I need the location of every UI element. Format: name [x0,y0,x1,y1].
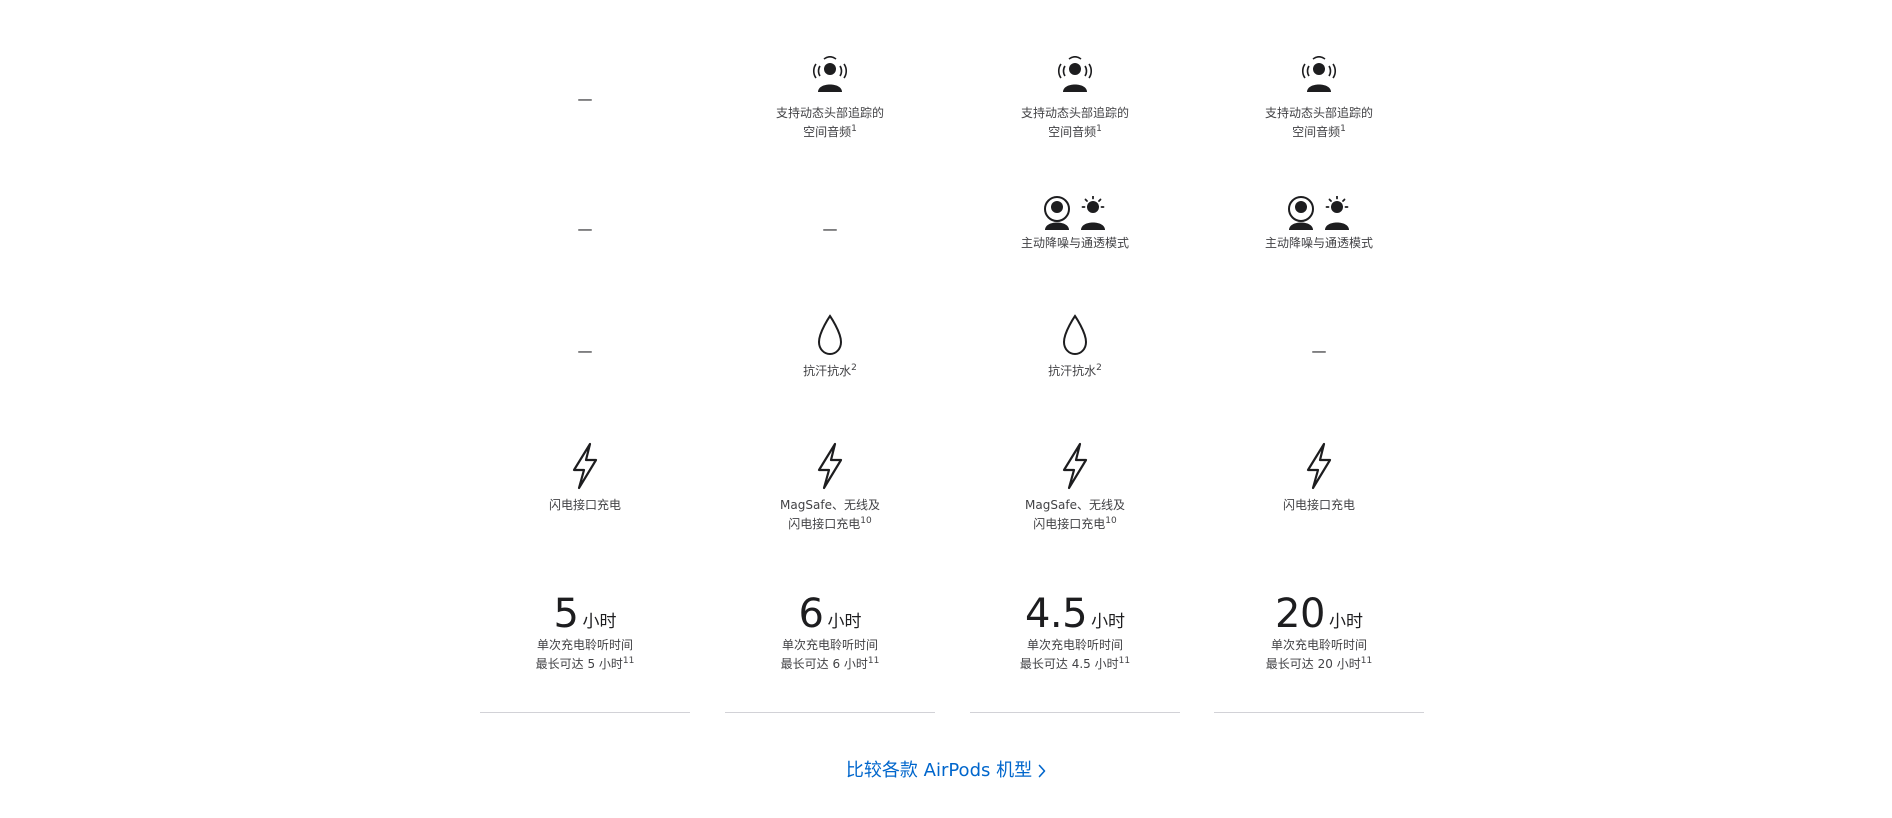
spatial-audio-caption-line1: 支持动态头部追踪的 [775,106,884,120]
battery-hours-value: 5 [553,591,579,637]
water-resistance-cell: 抗汗抗水2 [970,314,1180,381]
charging-cell: 闪电接口充电 [1214,442,1424,515]
noise-cancellation-transparency-icon [1044,196,1105,230]
battery-caption-line1: 单次充电聆听时间 [536,638,633,652]
spatial-audio-cell: 支持动态头部追踪的 空间音频1 [725,56,935,142]
charging-caption-line1: MagSafe、无线及 [780,498,880,512]
anc-cell: 主动降噪与通透模式 [1214,196,1424,253]
battery-hours-unit: 小时 [582,612,617,632]
chevron-right-icon [1038,764,1046,778]
battery-caption-line2: 最长可达 5 小时11 [535,656,635,672]
battery-hours-value: 6 [798,591,824,637]
compare-airpods-link-label: 比较各款 AirPods 机型 [845,760,1033,781]
charging-caption: 闪电接口充电 [1282,498,1355,512]
spatial-audio-caption-line1: 支持动态头部追踪的 [1020,106,1129,120]
product-column-3: 支持动态头部追踪的 空间音频1 主动降噪与通透模式 抗汗抗水2 MagSafe、… [970,0,1180,713]
water-drop-icon [1062,314,1088,356]
spatial-audio-caption-line2: 空间音频1 [1048,124,1102,140]
compare-airpods-link[interactable]: 比较各款 AirPods 机型 [0,756,1892,782]
water-resistance-cell: — [1214,344,1424,359]
battery-hours-value: 4.5 [1024,591,1088,637]
charging-caption: 闪电接口充电 [548,498,621,512]
water-resistance-cell: — [480,344,690,359]
water-resistance-caption: 抗汗抗水2 [803,363,857,379]
battery-caption-line1: 单次充电聆听时间 [1270,638,1367,652]
not-available-dash: — [577,220,593,238]
charging-cell: MagSafe、无线及 闪电接口充电10 [970,442,1180,534]
battery-hours: 20 小时 [1214,592,1424,636]
noise-cancellation-transparency-icon [1288,196,1349,230]
column-divider [725,712,935,713]
battery-hours-unit: 小时 [1091,612,1126,632]
battery-caption-line2: 最长可达 20 小时11 [1265,656,1373,672]
battery-hours-value: 20 [1275,591,1325,637]
anc-cell: — [725,222,935,237]
charging-cell: MagSafe、无线及 闪电接口充电10 [725,442,935,534]
not-available-dash: — [577,90,593,108]
head-tracking-icon [1057,56,1093,92]
battery-caption-line1: 单次充电聆听时间 [1026,638,1123,652]
battery-cell: 6 小时 单次充电聆听时间 最长可达 6 小时11 [725,592,935,674]
spatial-audio-cell: 支持动态头部追踪的 空间音频1 [970,56,1180,142]
charging-cell: 闪电接口充电 [480,442,690,515]
head-tracking-icon [812,56,848,92]
spatial-audio-caption-line2: 空间音频1 [803,124,857,140]
column-divider [480,712,690,713]
battery-hours: 6 小时 [725,592,935,636]
not-available-dash: — [577,342,593,360]
battery-caption-line2: 最长可达 6 小时11 [780,656,880,672]
battery-caption-line1: 单次充电聆听时间 [781,638,878,652]
lightning-bolt-icon [817,442,843,490]
anc-cell: — [480,222,690,237]
battery-cell: 20 小时 单次充电聆听时间 最长可达 20 小时11 [1214,592,1424,674]
anc-caption: 主动降噪与通透模式 [1020,236,1129,250]
battery-hours: 5 小时 [480,592,690,636]
battery-hours-unit: 小时 [827,612,862,632]
anc-caption: 主动降噪与通透模式 [1264,236,1373,250]
battery-hours-unit: 小时 [1328,612,1363,632]
spatial-audio-cell: — [480,92,690,107]
lightning-bolt-icon [572,442,598,490]
charging-caption-line1: MagSafe、无线及 [1025,498,1125,512]
charging-caption-line2: 闪电接口充电10 [1033,516,1117,532]
water-drop-icon [817,314,843,356]
water-resistance-caption: 抗汗抗水2 [1048,363,1102,379]
battery-hours: 4.5 小时 [970,592,1180,636]
column-divider [970,712,1180,713]
spatial-audio-caption-line2: 空间音频1 [1292,124,1346,140]
battery-cell: 4.5 小时 单次充电聆听时间 最长可达 4.5 小时11 [970,592,1180,674]
head-tracking-icon [1301,56,1337,92]
product-column-1: — — — 闪电接口充电 5 小时 单次充电聆听时间 最长可达 5 小时11 [480,0,690,713]
lightning-bolt-icon [1062,442,1088,490]
water-resistance-cell: 抗汗抗水2 [725,314,935,381]
not-available-dash: — [1311,342,1327,360]
spatial-audio-cell: 支持动态头部追踪的 空间音频1 [1214,56,1424,142]
product-column-4: 支持动态头部追踪的 空间音频1 主动降噪与通透模式 — 闪电接口充电 20 小时… [1214,0,1424,713]
lightning-bolt-icon [1306,442,1332,490]
not-available-dash: — [822,220,838,238]
battery-caption-line2: 最长可达 4.5 小时11 [1019,656,1131,672]
column-divider [1214,712,1424,713]
spatial-audio-caption-line1: 支持动态头部追踪的 [1264,106,1373,120]
battery-cell: 5 小时 单次充电聆听时间 最长可达 5 小时11 [480,592,690,674]
charging-caption-line2: 闪电接口充电10 [788,516,872,532]
product-comparison-grid: — — — 闪电接口充电 5 小时 单次充电聆听时间 最长可达 5 小时11 支… [480,0,1424,818]
anc-cell: 主动降噪与通透模式 [970,196,1180,253]
product-column-2: 支持动态头部追踪的 空间音频1 — 抗汗抗水2 MagSafe、无线及 闪电接口… [725,0,935,713]
